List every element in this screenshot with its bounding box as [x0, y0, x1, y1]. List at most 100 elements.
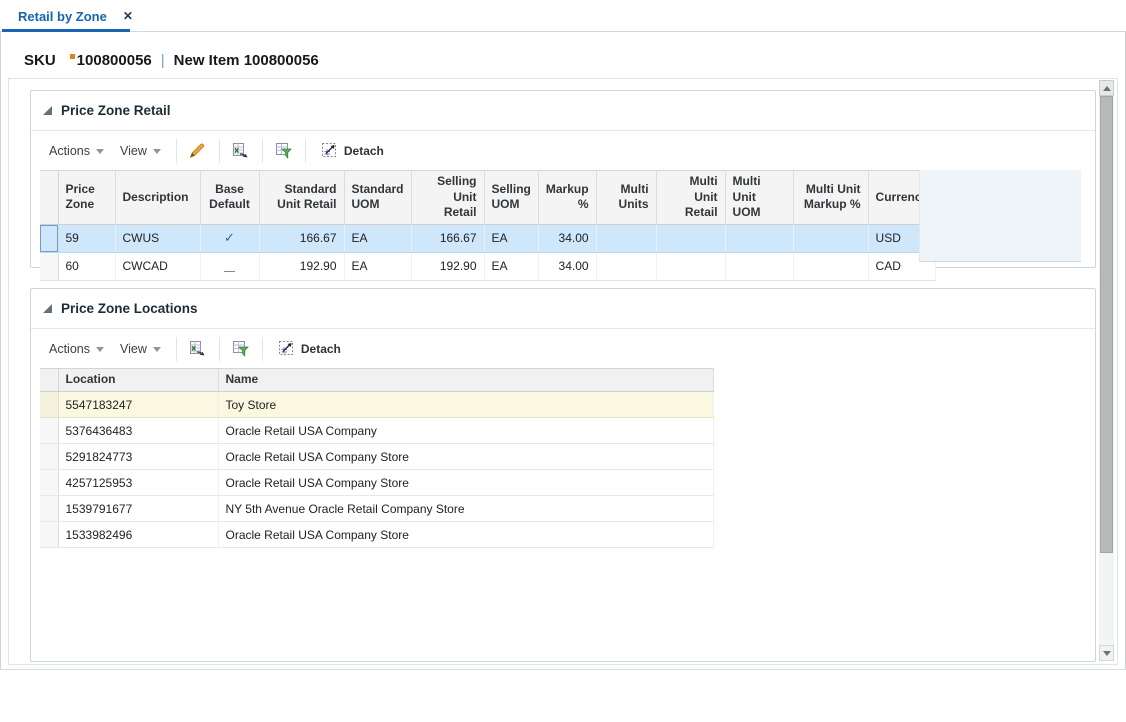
row-selector-cell[interactable] [40, 495, 59, 522]
row-selector-cell[interactable] [40, 521, 59, 548]
footer-bar: ? Save Save and Close Cancel [0, 669, 1126, 722]
row-selector-cell[interactable] [40, 391, 59, 418]
cell-name: NY 5th Avenue Oracle Retail Company Stor… [218, 495, 714, 522]
scroll-down-button[interactable] [1099, 645, 1114, 661]
column-header-standard-uom[interactable]: Standard UOM [344, 170, 412, 225]
cell-location: 5376436483 [58, 417, 219, 444]
view-label: View [120, 341, 147, 356]
column-header-multi-unit-retail[interactable]: Multi Unit Retail [656, 170, 726, 225]
unchecked-indicator [224, 271, 235, 273]
triangle-up-icon [1102, 85, 1111, 91]
cell-multi-unit-uom [725, 224, 794, 253]
export-to-excel-button[interactable] [184, 336, 212, 362]
panel-title: Price Zone Locations [61, 301, 198, 316]
cell-name: Oracle Retail USA Company Store [218, 521, 714, 548]
table-row[interactable]: 5291824773 Oracle Retail USA Company Sto… [40, 443, 714, 470]
row-selector-header [40, 368, 59, 392]
checkmark-icon: ✓ [224, 230, 235, 246]
cell-name: Oracle Retail USA Company Store [218, 469, 714, 496]
header-row: Price Zone Description Base Default Stan… [40, 170, 937, 225]
view-menu[interactable]: View [112, 138, 169, 164]
chevron-down-icon [152, 346, 161, 352]
sku-label: SKU [24, 52, 56, 69]
toolbar-separator [261, 336, 263, 361]
actions-menu[interactable]: Actions [41, 336, 112, 362]
item-header: SKU 100800056 | New Item 100800056 [24, 52, 319, 74]
actions-label: Actions [49, 341, 90, 356]
cell-description: CWCAD [115, 252, 201, 281]
column-header-name[interactable]: Name [218, 368, 714, 392]
detach-button[interactable]: Detach [270, 336, 349, 362]
column-header-multi-unit-uom[interactable]: Multi Unit UOM [725, 170, 794, 225]
actions-menu[interactable]: Actions [41, 138, 112, 164]
detach-button[interactable]: Detach [313, 138, 392, 164]
column-header-selling-uom[interactable]: Selling UOM [484, 170, 539, 225]
column-header-multi-unit-markup-pct[interactable]: Multi Unit Markup % [793, 170, 869, 225]
row-selector-cell[interactable] [40, 224, 59, 253]
collapse-triangle-icon[interactable] [43, 304, 52, 313]
price-zone-locations-table-area: Location Name 5547183247 Toy Store 53764… [40, 368, 1095, 548]
actions-label: Actions [49, 143, 90, 158]
row-selector-cell[interactable] [40, 443, 59, 470]
query-by-example-button[interactable] [270, 138, 298, 164]
query-by-example-button[interactable] [227, 336, 255, 362]
row-selector-cell[interactable] [40, 469, 59, 496]
view-menu[interactable]: View [112, 336, 169, 362]
column-header-multi-units[interactable]: Multi Units [596, 170, 657, 225]
column-header-markup-pct[interactable]: Markup % [538, 170, 597, 225]
header-row: Location Name [40, 368, 714, 392]
detach-label: Detach [300, 341, 341, 356]
column-header-price-zone[interactable]: Price Zone [58, 170, 116, 225]
column-header-description[interactable]: Description [115, 170, 201, 225]
column-header-base-default[interactable]: Base Default [200, 170, 260, 225]
cell-name: Toy Store [218, 391, 714, 418]
retail-by-zone-window: Retail by Zone ✕ SKU 100800056 | New Ite… [0, 0, 1126, 722]
detach-icon [321, 143, 336, 157]
table-row[interactable]: 1539791677 NY 5th Avenue Oracle Retail C… [40, 495, 714, 522]
table-row[interactable]: 59 CWUS ✓ 166.67 EA 166.67 EA 34.00 USD [40, 224, 937, 253]
tab-label: Retail by Zone [18, 8, 107, 24]
row-selector-cell[interactable] [40, 417, 59, 444]
panel-title: Price Zone Retail [61, 103, 171, 118]
edit-button[interactable] [184, 138, 212, 164]
column-header-location[interactable]: Location [58, 368, 219, 392]
vertical-scrollbar[interactable] [1099, 80, 1114, 661]
table-row[interactable]: 1533982496 Oracle Retail USA Company Sto… [40, 521, 714, 548]
separator: | [160, 52, 165, 69]
cell-multi-unit-retail [656, 224, 726, 253]
detach-icon [278, 341, 293, 355]
close-icon[interactable]: ✕ [123, 9, 133, 23]
tab-retail-by-zone[interactable]: Retail by Zone ✕ [2, 0, 149, 32]
chevron-down-icon [152, 148, 161, 154]
cell-name: Oracle Retail USA Company Store [218, 443, 714, 470]
cell-description: CWUS [115, 224, 201, 253]
export-to-excel-button[interactable] [227, 138, 255, 164]
pencil-icon [190, 143, 205, 158]
row-selector-cell[interactable] [40, 252, 59, 281]
cell-price-zone: 59 [58, 224, 116, 253]
price-zone-retail-header: Price Zone Retail [31, 91, 1095, 130]
query-by-example-icon [276, 143, 293, 159]
chevron-down-icon [96, 148, 104, 154]
table-row[interactable]: 4257125953 Oracle Retail USA Company Sto… [40, 469, 714, 496]
table-row[interactable]: 5376436483 Oracle Retail USA Company [40, 417, 714, 444]
price-zone-locations-toolbar: Actions View Detach [31, 328, 1095, 368]
cell-multi-units [596, 224, 657, 253]
scroll-up-button[interactable] [1099, 80, 1114, 96]
price-zone-locations-panel: Price Zone Locations Actions View Detach… [30, 288, 1096, 662]
toolbar-separator [218, 336, 220, 361]
column-header-selling-unit-retail[interactable]: Selling Unit Retail [411, 170, 485, 225]
scrollbar-thumb[interactable] [1100, 96, 1113, 553]
cell-multi-unit-uom [725, 252, 794, 281]
column-header-standard-unit-retail[interactable]: Standard Unit Retail [259, 170, 345, 225]
table-row[interactable]: 5547183247 Toy Store [40, 391, 714, 418]
row-selector-header [40, 170, 59, 225]
collapse-triangle-icon[interactable] [43, 106, 52, 115]
cell-multi-unit-retail [656, 252, 726, 281]
active-tab-indicator [2, 29, 130, 32]
table-row[interactable]: 60 CWCAD 192.90 EA 192.90 EA 34.00 CAD [40, 252, 937, 281]
cell-standard-uom: EA [344, 252, 412, 281]
cell-multi-unit-markup-pct [793, 252, 869, 281]
cell-multi-units [596, 252, 657, 281]
cell-location: 1539791677 [58, 495, 219, 522]
